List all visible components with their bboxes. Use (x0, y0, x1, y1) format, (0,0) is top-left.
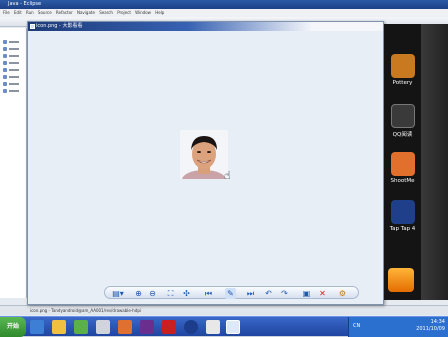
app-icon-green[interactable] (74, 320, 88, 334)
tree-item[interactable] (3, 68, 23, 72)
taptap-icon (390, 200, 415, 224)
tree-item[interactable] (3, 61, 23, 65)
viewer-taskbar-icon[interactable] (226, 320, 240, 334)
clock-time: 14:34 (430, 319, 445, 325)
app-shootme[interactable]: ShootMe (387, 152, 418, 184)
last-image-icon[interactable]: ⏭ (245, 288, 256, 299)
app-icon-red[interactable] (162, 320, 176, 334)
app-icon-light[interactable] (206, 320, 220, 334)
tree-item[interactable] (3, 40, 23, 44)
settings-icon[interactable]: ⚙ (337, 288, 348, 299)
language-indicator[interactable]: CN (353, 323, 360, 329)
zoom-out-icon[interactable]: ⊖ (147, 288, 158, 299)
phone-side-panel (421, 24, 448, 300)
eclipse-title: Java - Eclipse (0, 0, 448, 9)
rotate-right-icon[interactable]: ↷ (279, 288, 290, 299)
ie-icon[interactable] (30, 320, 44, 334)
pottery-icon (390, 54, 415, 78)
status-bar: icon.png - Tandyandroid@am_AA001/res/dra… (0, 305, 448, 315)
app-qq-reader[interactable]: QQ阅读 (387, 104, 418, 138)
clock-date: 2011/10/09 (416, 326, 445, 332)
app-pottery[interactable]: Pottery (387, 54, 418, 86)
taskbar: 开始 CN 14:34 2011/10/09 (0, 316, 448, 337)
image-viewer-window[interactable]: icon.png - 大影看看 ☝ ▤▾ ⊕ ⊖ ⛶ ✣ ⏮ ✎ ⏭ ↶ ↷ ▣… (27, 21, 384, 305)
first-image-icon[interactable]: ⏮ (203, 288, 214, 299)
tree-item[interactable] (3, 82, 23, 86)
save-icon[interactable]: ▣ (301, 288, 312, 299)
photo-image (180, 130, 228, 179)
zoom-in-icon[interactable]: ⊕ (133, 288, 144, 299)
viewer-title: icon.png - 大影看看 (28, 22, 383, 31)
tree-item[interactable] (3, 75, 23, 79)
tree-item[interactable] (3, 89, 23, 93)
qq-reader-icon (390, 104, 415, 128)
hand-cursor-icon: ☝ (224, 169, 231, 182)
app-icon-orange[interactable] (118, 320, 132, 334)
app-taptap[interactable]: Tap Tap 4 (387, 200, 418, 232)
package-explorer[interactable] (0, 28, 27, 298)
app-label: Pottery (392, 80, 413, 86)
tree-item[interactable] (3, 47, 23, 51)
app-label: Tap Tap 4 (389, 226, 416, 232)
tree-item[interactable] (3, 54, 23, 58)
shootme-icon (390, 152, 415, 176)
actual-size-icon[interactable]: ✣ (181, 288, 192, 299)
start-button[interactable]: 开始 (0, 317, 26, 337)
app-label: ShootMe (390, 178, 415, 184)
phone-screen: Pottery QQ阅读 ShootMe Tap Tap 4 (384, 24, 448, 300)
folder-icon[interactable] (52, 320, 66, 334)
delete-icon[interactable]: ✕ (317, 288, 328, 299)
viewer-toolbar[interactable]: ▤▾ ⊕ ⊖ ⛶ ✣ ⏮ ✎ ⏭ ↶ ↷ ▣ ✕ ⚙ (104, 286, 359, 299)
app-icon-blue[interactable] (184, 320, 198, 334)
system-tray: CN 14:34 2011/10/09 (348, 317, 448, 337)
eclipse-menubar[interactable]: File Edit Run Source Refactor Navigate S… (0, 9, 448, 17)
edit-icon[interactable]: ✎ (225, 288, 236, 299)
clock: 14:34 2011/10/09 (416, 319, 445, 333)
fit-window-icon[interactable]: ⛶ (165, 288, 176, 299)
app-icon-gray[interactable] (96, 320, 110, 334)
rotate-left-icon[interactable]: ↶ (263, 288, 274, 299)
view-menu-icon[interactable]: ▤▾ (109, 288, 127, 299)
home-icon[interactable] (388, 268, 414, 292)
viewer-app-icon (30, 24, 35, 29)
app-label: QQ阅读 (392, 132, 413, 138)
eclipse-icon[interactable] (140, 320, 154, 334)
